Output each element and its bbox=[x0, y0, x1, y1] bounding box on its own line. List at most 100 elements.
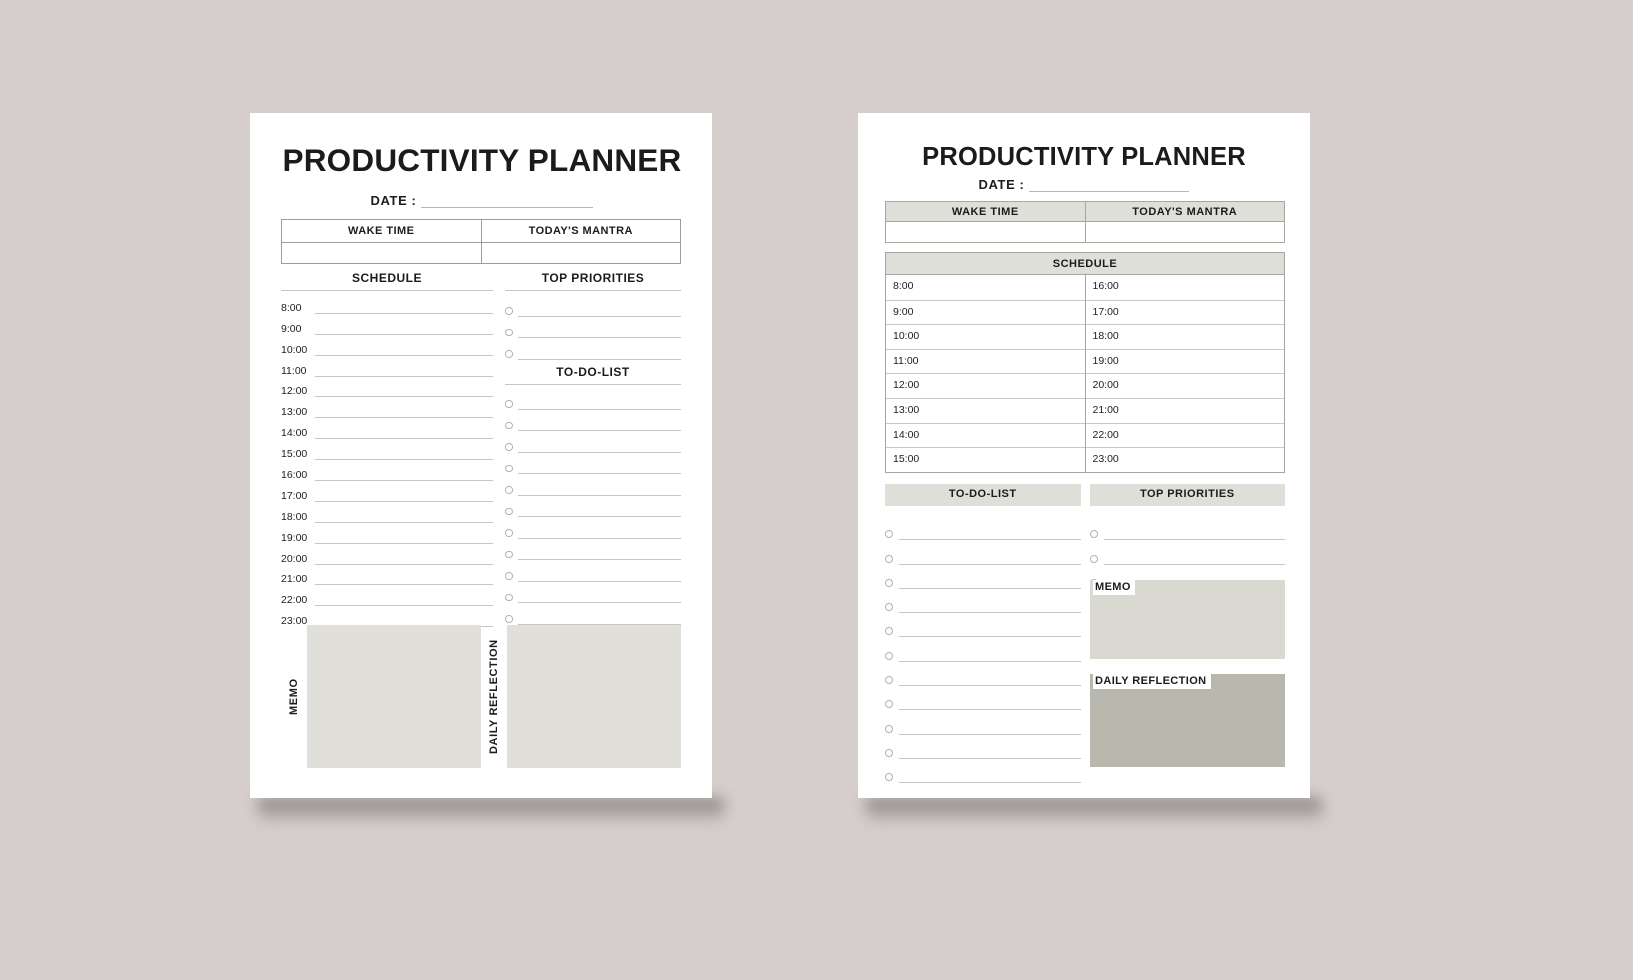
right-schedule-evening-cell[interactable]: 23:00 bbox=[1085, 447, 1284, 472]
right-todo-input[interactable] bbox=[899, 577, 1081, 589]
right-wake-time-input[interactable] bbox=[885, 222, 1086, 243]
right-schedule-evening-cell[interactable]: 22:00 bbox=[1085, 422, 1284, 448]
left-todo-input[interactable] bbox=[517, 548, 681, 560]
checkbox-circle-icon[interactable] bbox=[885, 773, 893, 782]
right-schedule-evening-cell[interactable]: 20:00 bbox=[1085, 373, 1284, 398]
left-reflection-box[interactable] bbox=[507, 625, 681, 768]
right-priority-input[interactable] bbox=[1104, 528, 1285, 541]
right-priority-row bbox=[1090, 516, 1285, 541]
left-schedule-input[interactable] bbox=[315, 532, 493, 544]
left-schedule-input[interactable] bbox=[315, 365, 493, 377]
checkbox-circle-icon[interactable] bbox=[885, 700, 893, 709]
right-schedule-evening-cell[interactable]: 18:00 bbox=[1085, 324, 1284, 349]
left-todo-input[interactable] bbox=[517, 505, 681, 517]
checkbox-circle-icon[interactable] bbox=[505, 593, 513, 601]
right-schedule-morning-cell[interactable]: 9:00 bbox=[886, 299, 1085, 325]
right-date-input[interactable] bbox=[1029, 180, 1190, 192]
checkbox-circle-icon[interactable] bbox=[885, 530, 893, 539]
left-schedule-input[interactable] bbox=[315, 385, 493, 398]
left-todo-input[interactable] bbox=[517, 462, 681, 474]
right-date-label: DATE : bbox=[978, 177, 1025, 192]
right-todo-input[interactable] bbox=[899, 698, 1081, 711]
right-todo-input[interactable] bbox=[899, 553, 1081, 565]
right-schedule-morning-cell[interactable]: 10:00 bbox=[886, 324, 1085, 349]
checkbox-circle-icon[interactable] bbox=[505, 507, 513, 515]
right-todo-input[interactable] bbox=[899, 674, 1081, 687]
left-schedule-time: 21:00 bbox=[281, 573, 308, 586]
left-priority-input[interactable] bbox=[517, 348, 681, 360]
left-wake-time-input[interactable] bbox=[282, 242, 481, 263]
checkbox-circle-icon[interactable] bbox=[505, 443, 513, 451]
checkbox-circle-icon[interactable] bbox=[885, 676, 893, 685]
checkbox-circle-icon[interactable] bbox=[885, 748, 893, 757]
checkbox-circle-icon[interactable] bbox=[885, 578, 893, 587]
checkbox-circle-icon[interactable] bbox=[505, 615, 513, 623]
right-schedule-morning-cell[interactable]: 15:00 bbox=[886, 447, 1085, 472]
left-todo-input[interactable] bbox=[517, 484, 681, 496]
left-priority-input[interactable] bbox=[517, 326, 681, 338]
left-schedule-input[interactable] bbox=[315, 594, 493, 607]
right-schedule-evening-cell[interactable]: 21:00 bbox=[1085, 397, 1284, 423]
checkbox-circle-icon[interactable] bbox=[505, 328, 513, 336]
left-date-input[interactable] bbox=[421, 196, 594, 208]
left-todo-input[interactable] bbox=[517, 441, 681, 453]
right-todo-input[interactable] bbox=[899, 625, 1081, 638]
checkbox-circle-icon[interactable] bbox=[885, 651, 893, 660]
left-todo-input[interactable] bbox=[517, 591, 681, 603]
left-todo-input[interactable] bbox=[517, 613, 681, 625]
checkbox-circle-icon[interactable] bbox=[885, 724, 893, 733]
checkbox-circle-icon[interactable] bbox=[505, 421, 513, 429]
planner-page-right: PRODUCTIVITY PLANNER DATE : WAKE TIME TO… bbox=[858, 113, 1310, 798]
left-schedule-input[interactable] bbox=[315, 302, 493, 314]
left-schedule-input[interactable] bbox=[315, 448, 493, 461]
right-schedule-evening-cell[interactable]: 16:00 bbox=[1086, 275, 1285, 300]
left-schedule-time: 19:00 bbox=[281, 531, 308, 544]
right-schedule-morning-cell[interactable]: 14:00 bbox=[886, 422, 1085, 448]
left-schedule-input[interactable] bbox=[315, 511, 493, 523]
checkbox-circle-icon[interactable] bbox=[505, 529, 513, 537]
checkbox-circle-icon[interactable] bbox=[885, 554, 893, 563]
left-schedule-input[interactable] bbox=[315, 323, 493, 335]
checkbox-circle-icon[interactable] bbox=[505, 307, 513, 315]
left-priority-input[interactable] bbox=[517, 305, 681, 317]
checkbox-circle-icon[interactable] bbox=[1090, 530, 1098, 539]
left-schedule-input[interactable] bbox=[315, 490, 493, 502]
checkbox-circle-icon[interactable] bbox=[505, 550, 513, 558]
left-schedule-input[interactable] bbox=[315, 406, 493, 419]
left-todo-input[interactable] bbox=[517, 398, 681, 410]
left-todo-input[interactable] bbox=[517, 570, 681, 582]
checkbox-circle-icon[interactable] bbox=[505, 486, 513, 494]
checkbox-circle-icon[interactable] bbox=[1090, 554, 1098, 563]
right-todo-input[interactable] bbox=[899, 747, 1081, 759]
checkbox-circle-icon[interactable] bbox=[505, 350, 513, 358]
left-schedule-input[interactable] bbox=[315, 427, 493, 440]
checkbox-circle-icon[interactable] bbox=[505, 400, 513, 408]
right-schedule-morning-cell[interactable]: 12:00 bbox=[886, 373, 1085, 398]
left-memo-box[interactable] bbox=[307, 625, 481, 768]
right-todo-input[interactable] bbox=[899, 723, 1081, 735]
right-todo-input[interactable] bbox=[899, 601, 1081, 614]
left-schedule-input[interactable] bbox=[315, 573, 493, 586]
left-schedule-input[interactable] bbox=[315, 469, 493, 482]
left-schedule-input[interactable] bbox=[315, 344, 493, 356]
left-todo-input[interactable] bbox=[517, 527, 681, 539]
checkbox-circle-icon[interactable] bbox=[505, 464, 513, 472]
right-schedule-morning-cell[interactable]: 11:00 bbox=[886, 348, 1085, 374]
left-schedule-row: 9:00 bbox=[281, 314, 493, 335]
right-schedule-evening-cell[interactable]: 19:00 bbox=[1085, 348, 1284, 374]
checkbox-circle-icon[interactable] bbox=[885, 627, 893, 636]
right-todo-input[interactable] bbox=[899, 771, 1081, 784]
right-mantra-input[interactable] bbox=[1085, 222, 1285, 243]
checkbox-circle-icon[interactable] bbox=[505, 572, 513, 580]
left-schedule-input[interactable] bbox=[315, 553, 493, 565]
right-todo-input[interactable] bbox=[899, 650, 1081, 662]
right-todo-input[interactable] bbox=[899, 528, 1081, 541]
right-schedule-morning-cell[interactable]: 8:00 bbox=[886, 275, 1085, 300]
right-priority-input[interactable] bbox=[1104, 553, 1285, 565]
right-schedule-evening-cell[interactable]: 17:00 bbox=[1085, 299, 1284, 325]
left-todo-input[interactable] bbox=[517, 419, 681, 431]
right-schedule-morning-cell[interactable]: 13:00 bbox=[886, 397, 1085, 423]
left-mantra-input[interactable] bbox=[481, 242, 680, 263]
left-priorities-header: TOP PRIORITIES bbox=[541, 271, 645, 285]
checkbox-circle-icon[interactable] bbox=[885, 603, 893, 612]
